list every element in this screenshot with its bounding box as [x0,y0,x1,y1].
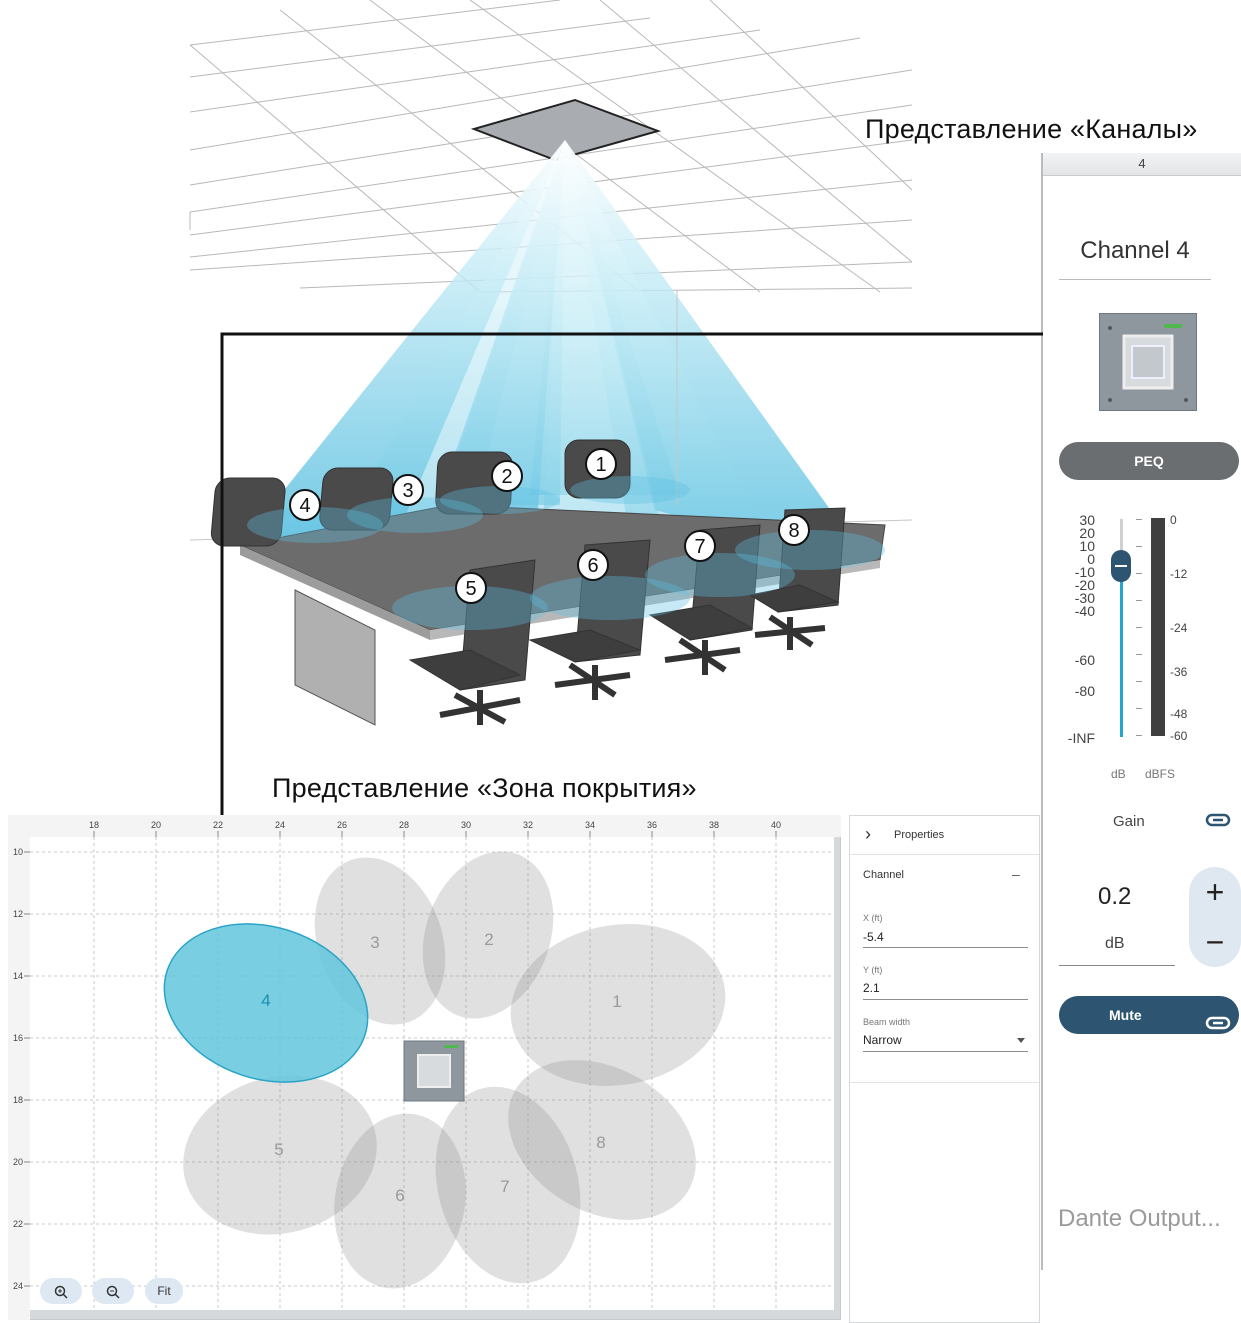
fader-scale-label: -INF [1067,730,1095,746]
level-meter [1151,518,1165,736]
y-ruler-label: 20 [13,1157,23,1167]
dante-output-label[interactable]: Dante Output... [1058,1205,1221,1233]
x-ruler-label: 20 [151,820,161,830]
meter-scale-label: -36 [1170,665,1188,679]
channel-name-underline [1059,279,1211,280]
fader-ticks [1136,519,1142,737]
mute-link-icon[interactable] [1205,1007,1231,1045]
y-ruler-label: 24 [13,1281,23,1291]
zoom-in-icon [54,1285,68,1299]
mute-button[interactable]: Mute [1059,996,1239,1034]
connector-arrow [213,332,1043,925]
y-ruler-label: 12 [13,909,23,919]
x-ruler-label: 34 [585,820,595,830]
beam-width-select[interactable]: Narrow [863,1033,902,1047]
beam-width-label: Beam width [863,1017,911,1027]
x-ruler-label: 28 [399,820,409,830]
meter-scale-label: -60 [1170,729,1188,743]
fader-handle[interactable] [1111,550,1131,582]
coverage-lobe-label: 8 [596,1133,605,1152]
peq-button[interactable]: PEQ [1059,442,1239,480]
x-ruler-label: 26 [337,820,347,830]
coverage-lobe-label: 5 [274,1140,283,1159]
zoom-out-button[interactable] [92,1278,134,1304]
fader-scale-label: -40 [1074,603,1095,619]
y-ruler-label: 22 [13,1219,23,1229]
fader-level-fill [1120,566,1123,737]
fader-scale-label: -80 [1074,683,1095,699]
x-field[interactable]: -5.4 [863,930,884,944]
y-ruler-label: 14 [13,971,23,981]
meter-scale-label: 0 [1170,513,1177,527]
channel-name[interactable]: Channel 4 [1059,237,1211,265]
microphone-position-icon[interactable] [403,1040,465,1102]
y-ruler-label: 18 [13,1095,23,1105]
divider [850,1082,1039,1083]
zoom-in-button[interactable] [40,1278,82,1304]
coverage-lobe-label: 4 [261,991,270,1010]
meter-scale-label: -12 [1170,567,1188,581]
x-ruler-label: 36 [647,820,657,830]
x-ruler-label: 38 [709,820,719,830]
divider [850,854,1039,855]
beam-width-underline [863,1051,1028,1052]
fader-unit-label: dB [1111,767,1126,781]
dropdown-arrow-icon[interactable] [1017,1038,1025,1043]
coverage-canvas[interactable]: 18 20 22 24 26 28 30 32 34 36 38 40 101214161820222… [8,815,841,1320]
coverage-lobe-label: 2 [484,930,493,949]
x-ruler-label: 22 [213,820,223,830]
properties-title: Properties [894,829,945,841]
x-ruler-label: 40 [771,820,781,830]
meter-scale-label: -24 [1170,621,1188,635]
collapse-chevron-icon[interactable]: › [865,824,871,845]
gain-value[interactable]: 0.2 [1098,883,1131,911]
x-ruler-label: 30 [461,820,471,830]
coverage-lobe-label: 3 [370,933,379,952]
mute-label: Mute [1109,1007,1142,1023]
y-field[interactable]: 2.1 [863,981,880,995]
fader-scale-label: -60 [1074,652,1095,668]
y-field-underline [863,999,1028,1000]
microphone-thumbnail-icon[interactable] [1099,313,1197,411]
gain-minus-button[interactable]: − [1189,917,1241,967]
y-ruler-label: 10 [13,847,23,857]
x-ruler-label: 18 [89,820,99,830]
channel-number-header: 4 [1043,153,1241,176]
coverage-lobe-label: 6 [395,1186,404,1205]
y-ruler-label: 16 [13,1033,23,1043]
gain-label: Gain [1113,813,1145,830]
x-field-underline [863,947,1028,948]
coverage-lobe-label: 1 [612,992,621,1011]
channel-section-title: Channel [863,869,904,881]
gain-unit: dB [1105,935,1125,952]
coverage-lobe-label: 7 [500,1177,509,1196]
meter-scale-label: -48 [1170,707,1188,721]
x-ruler-label: 24 [275,820,285,830]
gain-link-icon[interactable] [1205,812,1231,833]
zoom-out-icon [106,1285,120,1299]
gain-plus-button[interactable]: + [1189,867,1241,917]
x-field-label: X (ft) [863,913,883,923]
gain-underline [1059,965,1175,966]
y-field-label: Y (ft) [863,965,883,975]
x-ruler-label: 32 [523,820,533,830]
section-collapse-button[interactable]: – [1012,866,1020,882]
channel-strip: 4 Channel 4 PEQ 30 20 10 0 -10 -20 -30 -… [1041,153,1241,1270]
properties-panel: › Properties Channel – X (ft) -5.4 Y (ft… [849,815,1040,1323]
fit-button[interactable]: Fit [145,1278,183,1304]
meter-unit-label: dBFS [1145,767,1176,781]
